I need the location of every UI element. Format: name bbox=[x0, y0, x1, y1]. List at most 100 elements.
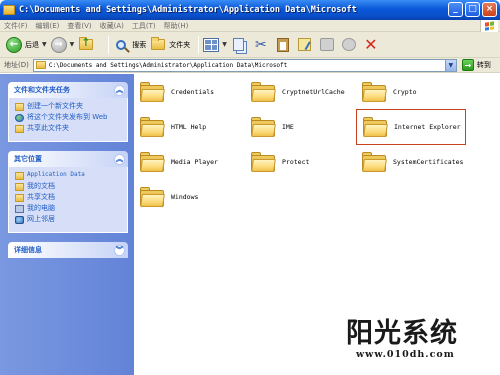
back-button[interactable]: ← 后退 ▼ bbox=[6, 34, 47, 56]
folder-name: Credentials bbox=[171, 88, 215, 96]
copy-to-button[interactable] bbox=[231, 37, 247, 53]
expand-chevron-icon[interactable]: ︾ bbox=[114, 244, 125, 256]
clipboard-icon bbox=[276, 37, 289, 52]
address-value: C:\Documents and Settings\Administrator\… bbox=[48, 61, 288, 69]
place-label: 我的电脑 bbox=[27, 204, 55, 212]
back-arrow-icon: ← bbox=[6, 36, 22, 53]
globe-icon bbox=[15, 114, 24, 122]
folder-item[interactable]: Credentials bbox=[134, 74, 244, 110]
details-header[interactable]: 详细信息 ︾ bbox=[8, 242, 128, 258]
folder-name: Protect bbox=[282, 158, 310, 166]
go-button[interactable]: → 转到 bbox=[461, 59, 491, 71]
menu-tools[interactable]: 工具(T) bbox=[132, 21, 156, 31]
folder-icon bbox=[3, 5, 15, 15]
my-documents-icon bbox=[15, 183, 24, 191]
maximize-button[interactable]: □ bbox=[465, 2, 480, 17]
folder-name: Crypto bbox=[393, 88, 417, 96]
panel-title: 详细信息 bbox=[14, 246, 42, 254]
file-tasks-header[interactable]: 文件和文件夹任务 ︽ bbox=[8, 82, 128, 98]
minimize-button[interactable]: _ bbox=[448, 2, 463, 17]
place-application-data[interactable]: Application Data bbox=[15, 171, 123, 180]
folder-item[interactable]: SystemCertificates bbox=[356, 144, 466, 180]
folder-up-icon: ↑ bbox=[78, 36, 94, 53]
folder-icon bbox=[362, 152, 387, 172]
folders-button[interactable]: 文件夹 bbox=[150, 34, 190, 56]
folder-name: SystemCertificates bbox=[393, 158, 464, 166]
task-publish-web[interactable]: 将这个文件夹发布到 Web bbox=[15, 113, 123, 122]
menu-bar: 文件(F) 编辑(E) 查看(V) 收藏(A) 工具(T) 帮助(H) bbox=[0, 20, 500, 32]
folder-icon bbox=[363, 117, 388, 137]
place-my-computer[interactable]: 我的电脑 bbox=[15, 204, 123, 213]
folder-name: Media Player bbox=[171, 158, 218, 166]
folder-item-selected[interactable]: Internet Explorer bbox=[356, 109, 466, 145]
task-share-folder[interactable]: 共享此文件夹 bbox=[15, 124, 123, 133]
forward-dropdown-icon[interactable]: ▼ bbox=[70, 41, 75, 48]
copy-icon bbox=[233, 38, 245, 51]
views-button[interactable]: ▼ bbox=[203, 34, 227, 56]
place-shared-documents[interactable]: 共享文档 bbox=[15, 193, 123, 202]
menu-edit[interactable]: 编辑(E) bbox=[36, 21, 60, 31]
title-bar: C:\Documents and Settings\Administrator\… bbox=[0, 0, 500, 20]
delete-x-icon: ✕ bbox=[364, 34, 378, 54]
folder-name: Windows bbox=[171, 193, 199, 201]
place-my-documents[interactable]: 我的文档 bbox=[15, 182, 123, 191]
other-places-header[interactable]: 其它位置 ︽ bbox=[8, 151, 128, 167]
forward-button[interactable]: → ▼ bbox=[50, 34, 75, 56]
folder-name: IME bbox=[282, 123, 294, 131]
folder-item[interactable]: CryptnetUrlCache bbox=[245, 74, 355, 110]
watermark-url: www.010dh.com bbox=[356, 349, 455, 360]
undo-icon bbox=[341, 38, 356, 51]
folder-icon bbox=[251, 152, 276, 172]
search-button[interactable]: 搜索 bbox=[113, 34, 146, 56]
other-places-body: Application Data 我的文档 共享文档 我的电脑 网上邻居 bbox=[8, 167, 128, 233]
up-button[interactable]: ↑ bbox=[78, 34, 100, 56]
undo-button[interactable] bbox=[341, 37, 357, 53]
computer-icon bbox=[15, 205, 24, 213]
address-input[interactable]: C:\Documents and Settings\Administrator\… bbox=[32, 58, 457, 72]
folder-item[interactable]: Crypto bbox=[356, 74, 466, 110]
watermark-title: 阳光系统 bbox=[346, 318, 458, 349]
delete-button[interactable]: ✕ bbox=[363, 34, 379, 54]
window-title: C:\Documents and Settings\Administrator\… bbox=[19, 5, 357, 15]
cut-button[interactable]: ✂ bbox=[253, 37, 269, 53]
move-to-button[interactable] bbox=[319, 37, 335, 53]
folder-item[interactable]: HTML Help bbox=[134, 109, 244, 145]
details-panel: 详细信息 ︾ bbox=[8, 242, 128, 258]
views-icon bbox=[203, 37, 220, 52]
file-tasks-body: 创建一个新文件夹 将这个文件夹发布到 Web 共享此文件夹 bbox=[8, 98, 128, 142]
folders-label: 文件夹 bbox=[169, 40, 191, 49]
folder-icon bbox=[140, 82, 165, 102]
task-new-folder[interactable]: 创建一个新文件夹 bbox=[15, 102, 123, 111]
folder-item[interactable]: IME bbox=[245, 109, 355, 145]
window-controls: _ □ × bbox=[448, 2, 497, 17]
folder-item[interactable]: Windows bbox=[134, 179, 244, 215]
back-dropdown-icon[interactable]: ▼ bbox=[42, 41, 47, 48]
windows-logo-icon bbox=[480, 20, 498, 32]
folder-icon bbox=[251, 117, 276, 137]
other-places-panel: 其它位置 ︽ Application Data 我的文档 共享文档 我的电脑 网… bbox=[8, 151, 128, 233]
place-network[interactable]: 网上邻居 bbox=[15, 215, 123, 224]
views-dropdown-icon[interactable]: ▼ bbox=[222, 41, 227, 48]
menu-file[interactable]: 文件(F) bbox=[4, 21, 28, 31]
properties-button[interactable] bbox=[297, 37, 313, 53]
place-label: 网上邻居 bbox=[27, 215, 55, 223]
menu-favorites[interactable]: 收藏(A) bbox=[100, 21, 124, 31]
collapse-chevron-icon[interactable]: ︽ bbox=[114, 84, 125, 96]
shared-folder-icon bbox=[15, 125, 24, 133]
folder-item[interactable]: Protect bbox=[245, 144, 355, 180]
shared-documents-icon bbox=[15, 194, 24, 202]
folder-icon bbox=[140, 117, 165, 137]
folder-item[interactable]: Media Player bbox=[134, 144, 244, 180]
menu-view[interactable]: 查看(V) bbox=[67, 21, 91, 31]
collapse-chevron-icon[interactable]: ︽ bbox=[114, 153, 125, 165]
properties-icon bbox=[298, 38, 312, 51]
search-label: 搜索 bbox=[132, 40, 147, 49]
address-label: 地址(D) bbox=[4, 61, 29, 69]
paste-button[interactable] bbox=[275, 37, 291, 53]
menu-help[interactable]: 帮助(H) bbox=[164, 21, 189, 31]
forward-arrow-icon: → bbox=[50, 36, 67, 53]
close-button[interactable]: × bbox=[482, 2, 497, 17]
address-dropdown-icon[interactable]: ▼ bbox=[444, 59, 456, 71]
task-label: 创建一个新文件夹 bbox=[27, 102, 83, 110]
file-tasks-panel: 文件和文件夹任务 ︽ 创建一个新文件夹 将这个文件夹发布到 Web 共享此文件夹 bbox=[8, 82, 128, 142]
